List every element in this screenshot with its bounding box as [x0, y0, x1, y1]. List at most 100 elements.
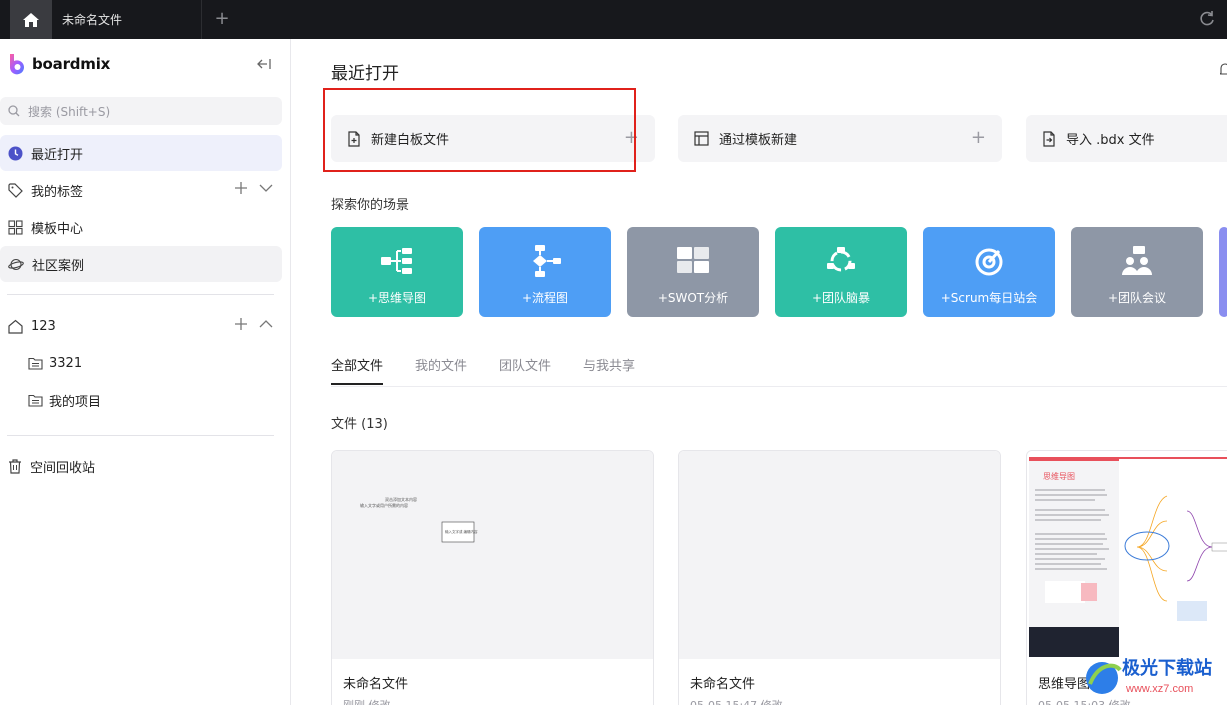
add-tag-icon[interactable] [234, 181, 248, 195]
thumb-box-text: 输入文字或 编辑内容 [445, 529, 478, 534]
action-label: 导入 .bdx 文件 [1066, 133, 1155, 148]
file-name: 未命名文件 [343, 677, 409, 692]
sidebar-folder-3321[interactable]: 3321 [28, 348, 82, 378]
scene-mindmap[interactable]: +思维导图 [331, 227, 463, 317]
clock-icon [8, 146, 23, 160]
sidebar-space-123[interactable]: 123 [0, 308, 282, 344]
main-content: 最近打开 新建白板文件 + 通过模板新建 + 导入 .bdx 文件 探索你的场景… [292, 39, 1227, 705]
collapse-sidebar-icon[interactable] [256, 57, 272, 71]
new-from-template-button[interactable]: 通过模板新建 + [678, 115, 1002, 162]
sidebar-item-templates[interactable]: 模板中心 [0, 209, 282, 245]
page-title: 最近打开 [331, 64, 399, 84]
folder-icon [28, 357, 43, 370]
boardmix-logo-icon [9, 54, 24, 75]
home-icon [8, 319, 23, 334]
file-tabs: 全部文件 我的文件 团队文件 与我共享 [331, 355, 635, 387]
file-thumbnail: 双击添加文本内容 输入文字或用户所需的内容 输入文字或 编辑内容 [332, 451, 653, 659]
scene-flowchart[interactable]: +流程图 [479, 227, 611, 317]
chevron-up-icon[interactable] [258, 317, 274, 331]
file-name: 未命名文件 [690, 677, 756, 692]
scene-team-meeting[interactable]: +团队会议 [1071, 227, 1203, 317]
brainstorm-icon [827, 247, 855, 272]
sidebar-item-label: 最近打开 [31, 147, 84, 163]
add-folder-icon[interactable] [234, 317, 248, 331]
tab-shared[interactable]: 与我共享 [583, 355, 635, 387]
title-bar: 未命名文件 + [0, 0, 1227, 39]
search-input[interactable]: 搜索 (Shift+S) [0, 97, 282, 125]
mindmap-icon [381, 248, 412, 274]
flowchart-icon [533, 245, 561, 277]
scene-label: +团队会议 [1107, 291, 1167, 305]
refresh-icon[interactable] [1197, 9, 1217, 29]
scene-scrum[interactable]: +Scrum每日站会 [923, 227, 1055, 317]
folder-icon [28, 394, 43, 407]
search-placeholder: 搜索 (Shift+S) [28, 104, 111, 119]
sidebar-item-tags[interactable]: 我的标签 [0, 172, 282, 208]
folder-label: 3321 [49, 355, 83, 371]
tab-my-files[interactable]: 我的文件 [415, 355, 467, 387]
home-icon [23, 12, 39, 27]
sidebar-divider [7, 294, 274, 295]
files-count-label: 文件 (13) [331, 417, 388, 432]
thumbnail-canvas: 双击添加文本内容 输入文字或用户所需的内容 输入文字或 编辑内容 [360, 496, 478, 543]
plus-icon: + [970, 127, 986, 148]
logo-text: boardmix [32, 55, 111, 73]
tag-icon [8, 182, 23, 198]
thumb-text-1: 双击添加文本内容 [385, 496, 417, 502]
tab-team-files[interactable]: 团队文件 [499, 355, 551, 387]
search-icon [8, 105, 20, 117]
document-tab[interactable]: 未命名文件 [52, 0, 202, 39]
file-card[interactable]: 未命名文件 05-05 15:47 修改 [678, 450, 1001, 705]
bell-icon[interactable] [1220, 63, 1227, 77]
sidebar-item-label: 社区案例 [32, 258, 85, 274]
file-meta: 刚刚 修改 [343, 697, 391, 705]
chevron-down-icon[interactable] [258, 181, 274, 195]
sidebar-item-label: 我的标签 [31, 184, 84, 200]
logo: boardmix [8, 53, 110, 75]
scene-label: +Scrum每日站会 [940, 291, 1038, 305]
sidebar-item-recent[interactable]: 最近打开 [0, 135, 282, 171]
import-icon [1043, 130, 1055, 147]
tab-all-files[interactable]: 全部文件 [331, 355, 384, 387]
swot-icon [677, 247, 709, 273]
sidebar-item-label: 模板中心 [31, 221, 84, 237]
team-icon [1122, 246, 1152, 275]
file-card[interactable]: 双击添加文本内容 输入文字或用户所需的内容 输入文字或 编辑内容 未命名文件 刚… [331, 450, 654, 705]
watermark-text: 极光下载站 [1122, 657, 1212, 678]
file-thumbnail [679, 451, 1000, 659]
action-label: 通过模板新建 [719, 133, 798, 148]
sidebar-item-community[interactable]: 社区案例 [0, 246, 282, 282]
thumb-mindmap-title: 思维导图 [1043, 471, 1075, 481]
scene-swot[interactable]: +SWOT分析 [627, 227, 759, 317]
scene-next-partial[interactable] [1219, 227, 1227, 317]
sidebar-item-label: 空间回收站 [30, 460, 96, 476]
scene-label: +思维导图 [367, 291, 427, 305]
scene-label: +SWOT分析 [657, 291, 729, 305]
scenes-label: 探索你的场景 [331, 198, 410, 213]
watermark-logo: 极光下载站 www.xz7.com [1086, 657, 1212, 695]
home-button[interactable] [10, 0, 52, 39]
new-tab-button[interactable]: + [210, 8, 234, 32]
watermark-url: www.xz7.com [1125, 683, 1193, 695]
import-bdx-button[interactable]: 导入 .bdx 文件 [1026, 115, 1227, 162]
planet-icon [8, 258, 24, 270]
tabs-divider [331, 386, 1227, 387]
sidebar-item-trash[interactable]: 空间回收站 [0, 448, 282, 484]
template-icon [694, 131, 709, 146]
folder-label: 我的项目 [49, 394, 102, 410]
sidebar-folder-my-project[interactable]: 我的项目 [28, 385, 101, 415]
sidebar-item-label: 123 [31, 318, 56, 334]
sidebar-divider [7, 435, 274, 436]
document-tab-label: 未命名文件 [62, 13, 123, 27]
sidebar: boardmix 搜索 (Shift+S) 最近打开 我的标签 模板中心 社区案… [0, 39, 291, 705]
scene-brainstorm[interactable]: +团队脑暴 [775, 227, 907, 317]
trash-icon [9, 458, 21, 474]
file-meta: 05-05 15:47 修改 [690, 697, 783, 705]
scene-label: +流程图 [521, 291, 569, 305]
scene-label: +团队脑暴 [811, 291, 871, 305]
grid-icon [8, 219, 23, 235]
thumb-text-2: 输入文字或用户所需的内容 [360, 502, 408, 508]
file-thumbnail: 思维导图 [1027, 451, 1227, 659]
mindmap-thumbnail: 思维导图 [1029, 457, 1227, 657]
target-icon [975, 248, 1003, 276]
